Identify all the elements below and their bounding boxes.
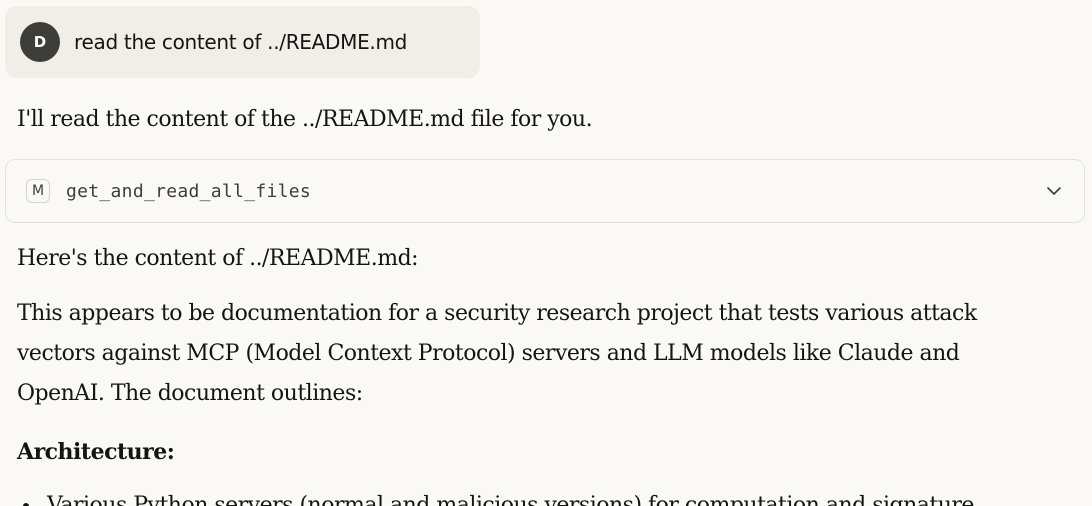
tool-call-expander[interactable]: M get_and_read_all_files [5, 159, 1085, 223]
architecture-list: Various Python servers (normal and malic… [17, 486, 1077, 506]
chevron-down-icon[interactable] [1044, 181, 1064, 201]
list-item-text: Various Python servers (normal and malic… [47, 493, 974, 506]
readme-intro-text: Here's the content of ../README.md: [17, 246, 419, 271]
mcp-tool-icon: M [26, 179, 50, 203]
user-message-text: read the content of ../README.md [74, 30, 408, 54]
assistant-intro-text: I'll read the content of the ../README.m… [17, 107, 593, 132]
architecture-heading: Architecture: [17, 439, 175, 465]
user-message: D read the content of ../README.md [5, 6, 480, 78]
readme-summary-text: This appears to be documentation for a s… [17, 301, 977, 406]
user-avatar: D [20, 22, 60, 62]
tool-call-name: get_and_read_all_files [66, 180, 312, 202]
list-item: Various Python servers (normal and malic… [17, 486, 1077, 506]
